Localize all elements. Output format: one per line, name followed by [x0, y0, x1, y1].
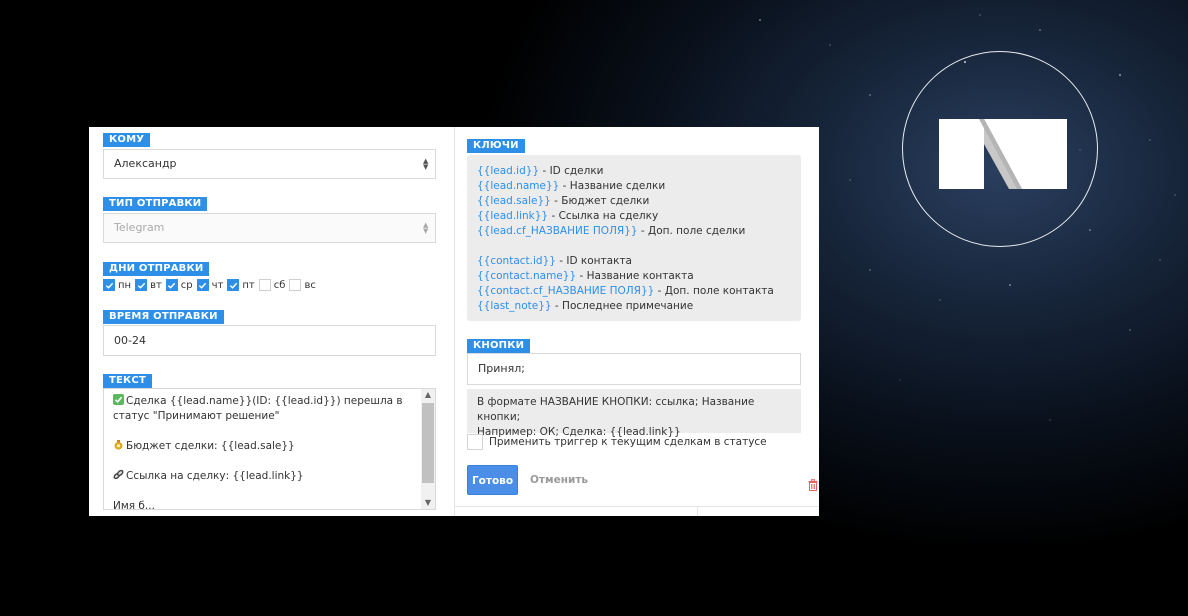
recipient-value: Александр — [114, 157, 177, 170]
day-checkbox[interactable] — [165, 279, 178, 291]
days-label: ДНИ ОТПРАВКИ — [103, 262, 210, 276]
text-label: ТЕКСТ — [103, 374, 152, 388]
select-arrows-icon: ▲ ▼ — [423, 221, 429, 235]
send-type-value: Telegram — [114, 221, 165, 234]
done-button[interactable]: Готово — [467, 465, 518, 495]
day-thu[interactable]: чт — [196, 279, 224, 291]
day-label: ср — [180, 279, 193, 291]
day-label: сб — [273, 279, 286, 291]
day-checkbox[interactable] — [227, 279, 240, 291]
money-bag-emoji-icon — [114, 440, 123, 450]
day-label: вс — [304, 279, 316, 291]
recipient-label: КОМУ — [103, 133, 151, 147]
days-checkbox-group: пн вт ср чт пт сб вс — [103, 278, 320, 292]
key-row: {{contact.cf_НАЗВАНИЕ ПОЛЯ}} - Доп. поле… — [477, 285, 774, 297]
send-type-label: ТИП ОТПРАВКИ — [103, 197, 208, 211]
link-emoji-icon — [113, 469, 124, 480]
checkmark-emoji-icon — [113, 394, 124, 405]
key-row: {{contact.id}} - ID контакта — [477, 255, 632, 267]
send-type-select[interactable]: Telegram ▲ ▼ — [103, 213, 436, 243]
bottom-divider — [455, 506, 819, 507]
day-fri[interactable]: пт — [227, 279, 255, 291]
key-row: {{lead.sale}} - Бюджет сделки — [477, 195, 650, 207]
cancel-button[interactable]: Отменить — [530, 465, 588, 495]
apply-trigger-checkbox[interactable] — [467, 434, 483, 450]
keys-reference: {{lead.id}} - ID сделки {{lead.name}} - … — [467, 155, 801, 321]
logo-icon — [939, 119, 1067, 189]
day-checkbox[interactable] — [289, 279, 302, 291]
buttons-input[interactable]: Принял; — [467, 353, 801, 385]
message-line: Имя б... — [113, 500, 155, 510]
apply-trigger-label: Применить триггер к текущим сделкам в ст… — [489, 436, 767, 448]
textarea-scrollbar[interactable]: ▲ ▼ — [421, 389, 435, 509]
time-value: 00-24 — [114, 334, 146, 347]
day-label: чт — [211, 279, 224, 291]
scroll-down-icon[interactable]: ▼ — [421, 497, 435, 509]
key-row: {{last_note}} - Последнее примечание — [477, 300, 694, 312]
day-mon[interactable]: пн — [103, 279, 131, 291]
time-label: ВРЕМЯ ОТПРАВКИ — [103, 310, 224, 324]
day-checkbox[interactable] — [258, 279, 271, 291]
key-row: {{lead.link}} - Ссылка на сделку — [477, 210, 659, 222]
right-column: КЛЮЧИ {{lead.id}} - ID сделки {{lead.nam… — [455, 127, 819, 516]
day-sat[interactable]: сб — [258, 279, 286, 291]
recipient-select[interactable]: Александр ▲ ▼ — [103, 149, 436, 179]
message-line: Сделка {{lead.name}}(ID: {{lead.id}}) пе… — [113, 395, 403, 422]
buttons-label: КНОПКИ — [467, 339, 531, 353]
message-content: Сделка {{lead.name}}(ID: {{lead.id}}) пе… — [113, 394, 418, 510]
buttons-value: Принял; — [478, 362, 525, 375]
apply-trigger-option[interactable]: Применить триггер к текущим сделкам в ст… — [467, 434, 767, 450]
day-checkbox[interactable] — [135, 279, 148, 291]
bottom-divider-tick — [697, 506, 698, 516]
hint-line: В формате НАЗВАНИЕ КНОПКИ: ссылка; Назва… — [477, 396, 755, 423]
buttons-hint: В формате НАЗВАНИЕ КНОПКИ: ссылка; Назва… — [467, 389, 801, 438]
key-row: {{lead.cf_НАЗВАНИЕ ПОЛЯ}} - Доп. поле сд… — [477, 225, 746, 237]
trash-icon[interactable] — [808, 479, 818, 491]
scrollbar-thumb[interactable] — [422, 403, 434, 483]
day-label: вт — [150, 279, 162, 291]
day-sun[interactable]: вс — [289, 279, 316, 291]
day-label: пн — [118, 279, 132, 291]
select-arrows-icon: ▲ ▼ — [423, 157, 429, 171]
key-row: {{lead.name}} - Название сделки — [477, 180, 666, 192]
trigger-settings-panel: КОМУ Александр ▲ ▼ ТИП ОТПРАВКИ Telegram … — [89, 127, 819, 516]
day-checkbox[interactable] — [196, 279, 209, 291]
day-tue[interactable]: вт — [135, 279, 162, 291]
message-textarea[interactable]: Сделка {{lead.name}}(ID: {{lead.id}}) пе… — [103, 388, 436, 510]
message-line: Бюджет сделки: {{lead.sale}} — [126, 440, 295, 452]
message-line: Ссылка на сделку: {{lead.link}} — [126, 470, 304, 482]
left-column: КОМУ Александр ▲ ▼ ТИП ОТПРАВКИ Telegram … — [89, 127, 454, 516]
scroll-up-icon[interactable]: ▲ — [421, 389, 435, 401]
time-input[interactable]: 00-24 — [103, 325, 436, 356]
day-wed[interactable]: ср — [165, 279, 193, 291]
key-row: {{contact.name}} - Название контакта — [477, 270, 694, 282]
key-row: {{lead.id}} - ID сделки — [477, 165, 604, 177]
day-checkbox[interactable] — [103, 279, 115, 291]
day-label: пт — [242, 279, 255, 291]
keys-label: КЛЮЧИ — [467, 139, 525, 153]
